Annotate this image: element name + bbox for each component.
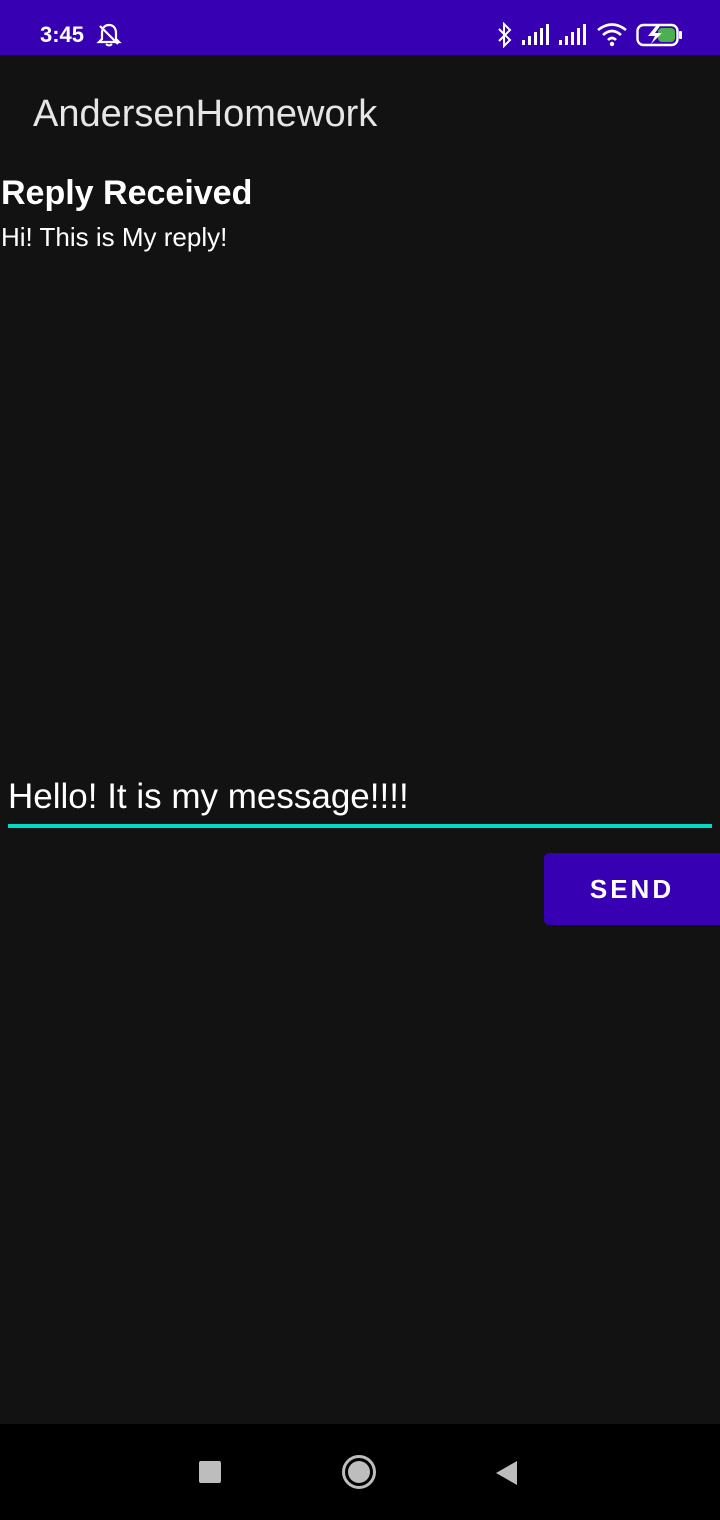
recents-icon[interactable] (198, 1460, 222, 1484)
app-title: AndersenHomework (33, 93, 378, 135)
send-button[interactable]: SEND (544, 853, 720, 925)
navigation-bar (0, 1424, 720, 1520)
wifi-icon (597, 23, 627, 47)
status-bar: 3:45 (0, 0, 720, 55)
app-screen: 3:45 AndersenHomework Reply Received Hi!… (0, 0, 720, 1520)
reply-text: Hi! This is My reply! (1, 222, 228, 252)
status-time: 3:45 (40, 22, 85, 47)
bluetooth-icon (498, 22, 512, 48)
reply-header: Reply Received (1, 174, 253, 212)
battery-charging-icon (636, 23, 682, 47)
message-input[interactable] (8, 770, 712, 828)
signal-icon (522, 24, 549, 45)
home-icon[interactable] (341, 1454, 377, 1490)
notifications-off-icon (96, 23, 122, 47)
signal-icon (559, 24, 586, 45)
app-bar: AndersenHomework (0, 55, 720, 170)
back-icon[interactable] (494, 1459, 520, 1487)
